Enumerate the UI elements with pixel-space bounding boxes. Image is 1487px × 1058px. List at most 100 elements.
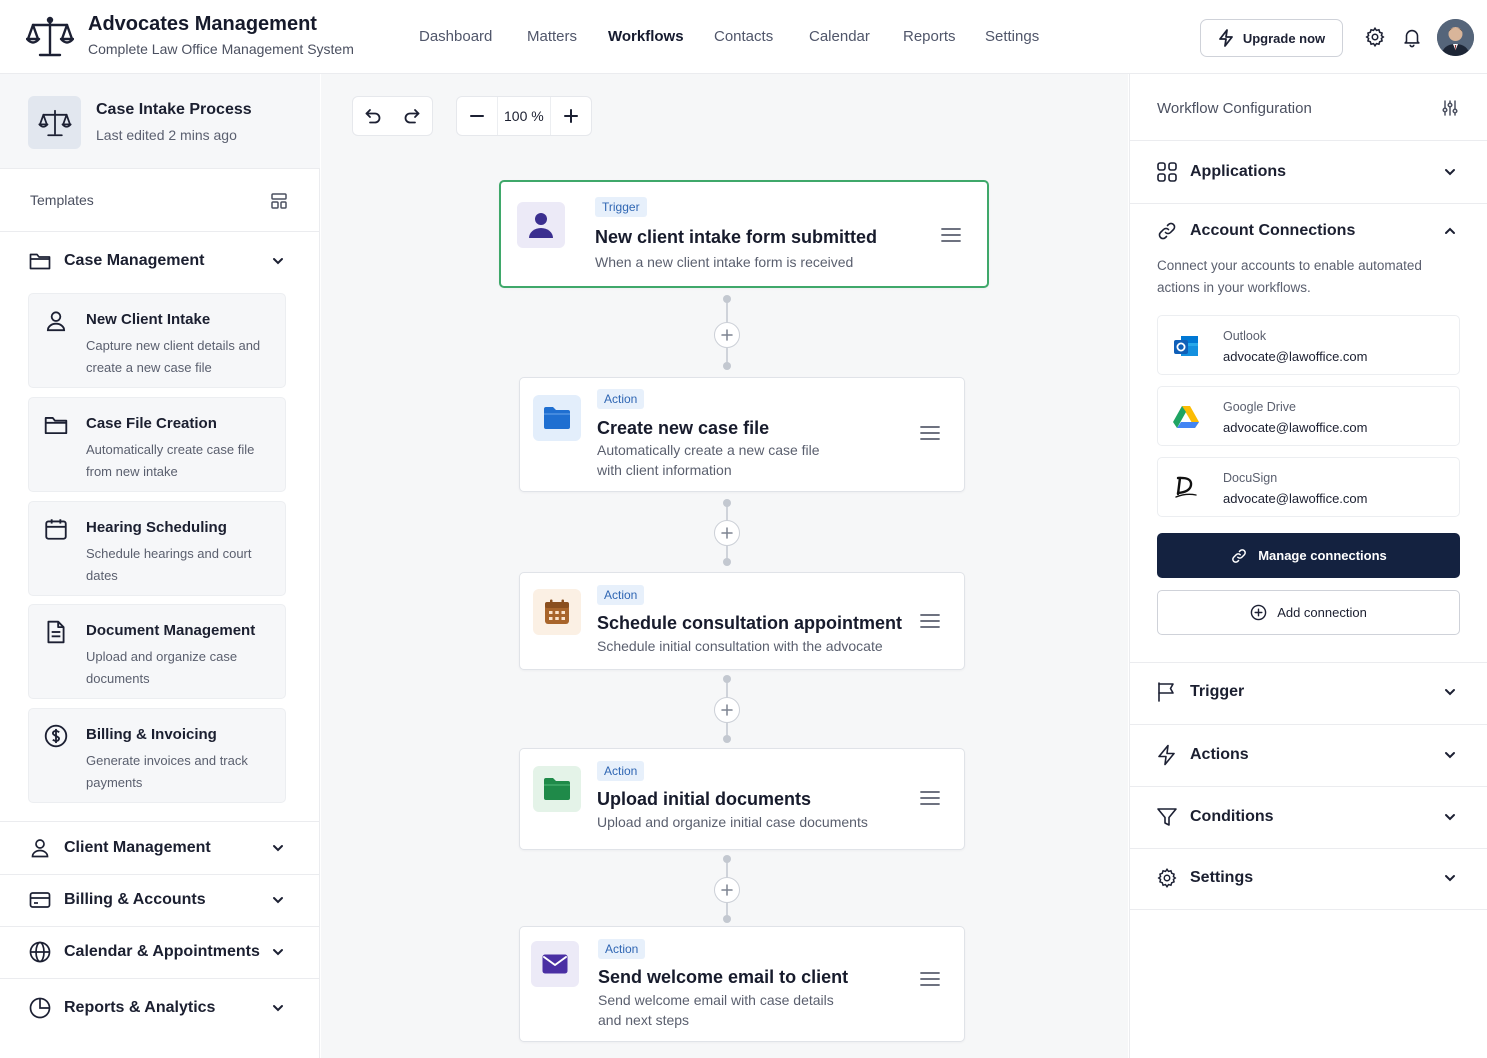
node-desc: Upload and organize initial case documen…	[597, 814, 868, 830]
category-label: Case Management	[64, 252, 205, 269]
manage-connections-button[interactable]: Manage connections	[1157, 533, 1460, 578]
credit-card-icon	[28, 888, 52, 912]
nav-settings[interactable]: Settings	[985, 28, 1039, 45]
drag-handle-icon[interactable]	[940, 226, 962, 244]
scales-icon	[28, 96, 81, 149]
nav-calendar[interactable]: Calendar	[809, 28, 870, 45]
connector	[712, 498, 742, 568]
zoom-out-button[interactable]	[457, 97, 497, 135]
account-name: DocuSign	[1223, 471, 1278, 485]
category-label: Billing & Accounts	[64, 891, 206, 908]
workflow-node-send-welcome-email[interactable]: Action Send welcome email to client Send…	[519, 926, 965, 1042]
section-applications[interactable]: Applications	[1130, 152, 1487, 192]
add-connection-button[interactable]: Add connection	[1157, 590, 1460, 635]
category-reports-analytics[interactable]: Reports & Analytics	[0, 988, 320, 1028]
template-title: New Client Intake	[86, 311, 211, 328]
layout-icon[interactable]	[270, 192, 288, 210]
category-case-management[interactable]: Case Management	[0, 241, 320, 281]
divider	[1130, 786, 1487, 787]
left-sidebar: Case Intake Process Last edited 2 mins a…	[0, 74, 320, 1058]
template-billing-invoicing[interactable]: Billing & Invoicing Generate invoices an…	[28, 708, 286, 803]
workflow-node-schedule-consultation[interactable]: Action Schedule consultation appointment…	[519, 572, 965, 670]
docusign-logo	[1172, 474, 1200, 502]
chevron-down-icon	[1442, 684, 1458, 700]
category-client-management[interactable]: Client Management	[0, 828, 320, 868]
drag-handle-icon[interactable]	[919, 789, 941, 807]
section-label: Settings	[1190, 869, 1254, 886]
section-conditions[interactable]: Conditions	[1130, 797, 1487, 837]
process-last-edited: Last edited 2 mins ago	[96, 127, 237, 143]
gear-icon[interactable]	[1364, 26, 1386, 48]
pie-chart-icon	[28, 996, 52, 1020]
node-title: Schedule consultation appointment	[597, 613, 903, 633]
connections-description: Connect your accounts to enable automate…	[1157, 258, 1422, 295]
template-document-management[interactable]: Document Management Upload and organize …	[28, 604, 286, 699]
workflow-node-trigger[interactable]: Trigger New client intake form submitted…	[499, 180, 989, 288]
add-step-button[interactable]	[714, 877, 740, 903]
category-billing-accounts[interactable]: Billing & Accounts	[0, 880, 320, 920]
node-badge: Action	[597, 585, 645, 605]
grid-icon	[1156, 161, 1178, 183]
template-hearing-scheduling[interactable]: Hearing Scheduling Schedule hearings and…	[28, 501, 286, 596]
section-label: Conditions	[1190, 808, 1274, 825]
user-icon	[43, 308, 69, 334]
account-google-drive[interactable]: Google Drive advocate@lawoffice.com	[1157, 386, 1460, 446]
node-badge: Trigger	[595, 197, 647, 217]
app-subtitle: Complete Law Office Management System	[88, 41, 354, 57]
workflow-node-upload-documents[interactable]: Action Upload initial documents Upload a…	[519, 748, 965, 850]
templates-label: Templates	[30, 192, 94, 208]
calendar-icon	[43, 516, 69, 542]
nav-matters[interactable]: Matters	[527, 28, 577, 45]
redo-icon	[403, 107, 421, 125]
drag-handle-icon[interactable]	[919, 424, 941, 442]
plus-circle-icon	[1250, 604, 1267, 621]
zoom-in-button[interactable]	[551, 97, 591, 135]
bell-icon[interactable]	[1401, 26, 1423, 48]
gear-icon	[1156, 867, 1178, 889]
redo-button[interactable]	[393, 97, 433, 135]
chevron-down-icon	[270, 892, 286, 908]
node-badge: Action	[597, 389, 645, 409]
section-settings[interactable]: Settings	[1130, 858, 1487, 898]
template-case-file-creation[interactable]: Case File Creation Automatically create …	[28, 397, 286, 492]
user-icon	[517, 202, 565, 248]
divider	[1130, 140, 1487, 141]
category-calendar-appointments[interactable]: Calendar & Appointments	[0, 932, 320, 972]
globe-icon	[28, 940, 52, 964]
history-toolbar	[352, 96, 433, 136]
connector	[712, 294, 742, 370]
process-title: Case Intake Process	[96, 101, 252, 118]
undo-button[interactable]	[353, 97, 393, 135]
drag-handle-icon[interactable]	[919, 970, 941, 988]
section-account-connections[interactable]: Account Connections	[1130, 211, 1487, 251]
add-step-button[interactable]	[714, 697, 740, 723]
add-step-button[interactable]	[714, 322, 740, 348]
nav-dashboard[interactable]: Dashboard	[419, 28, 492, 45]
node-desc: Automatically create a new case file wit…	[597, 442, 820, 478]
divider	[1130, 662, 1487, 663]
avatar[interactable]	[1437, 19, 1474, 56]
nav-workflows[interactable]: Workflows	[608, 28, 684, 45]
upgrade-button[interactable]: Upgrade now	[1200, 19, 1343, 57]
section-label: Account Connections	[1190, 222, 1356, 239]
template-new-client-intake[interactable]: New Client Intake Capture new client det…	[28, 293, 286, 388]
flag-icon	[1156, 681, 1178, 703]
template-desc: Upload and organize case documents	[86, 649, 238, 686]
account-outlook[interactable]: Outlook advocate@lawoffice.com	[1157, 315, 1460, 375]
section-actions[interactable]: Actions	[1130, 735, 1487, 775]
account-docusign[interactable]: DocuSign advocate@lawoffice.com	[1157, 457, 1460, 517]
workflow-canvas: 100 % Trigger New client intake form sub…	[321, 74, 1128, 1058]
top-bar: Advocates Management Complete Law Office…	[0, 0, 1487, 74]
mail-icon	[531, 941, 579, 987]
drag-handle-icon[interactable]	[919, 612, 941, 630]
sliders-icon[interactable]	[1441, 99, 1459, 117]
nav-reports[interactable]: Reports	[903, 28, 956, 45]
workflow-node-create-case-file[interactable]: Action Create new case file Automaticall…	[519, 377, 965, 492]
chevron-down-icon	[1442, 809, 1458, 825]
template-title: Billing & Invoicing	[86, 726, 217, 743]
link-icon	[1230, 547, 1248, 565]
section-trigger[interactable]: Trigger	[1130, 672, 1487, 712]
dollar-icon	[43, 723, 69, 749]
add-step-button[interactable]	[714, 520, 740, 546]
nav-contacts[interactable]: Contacts	[714, 28, 773, 45]
